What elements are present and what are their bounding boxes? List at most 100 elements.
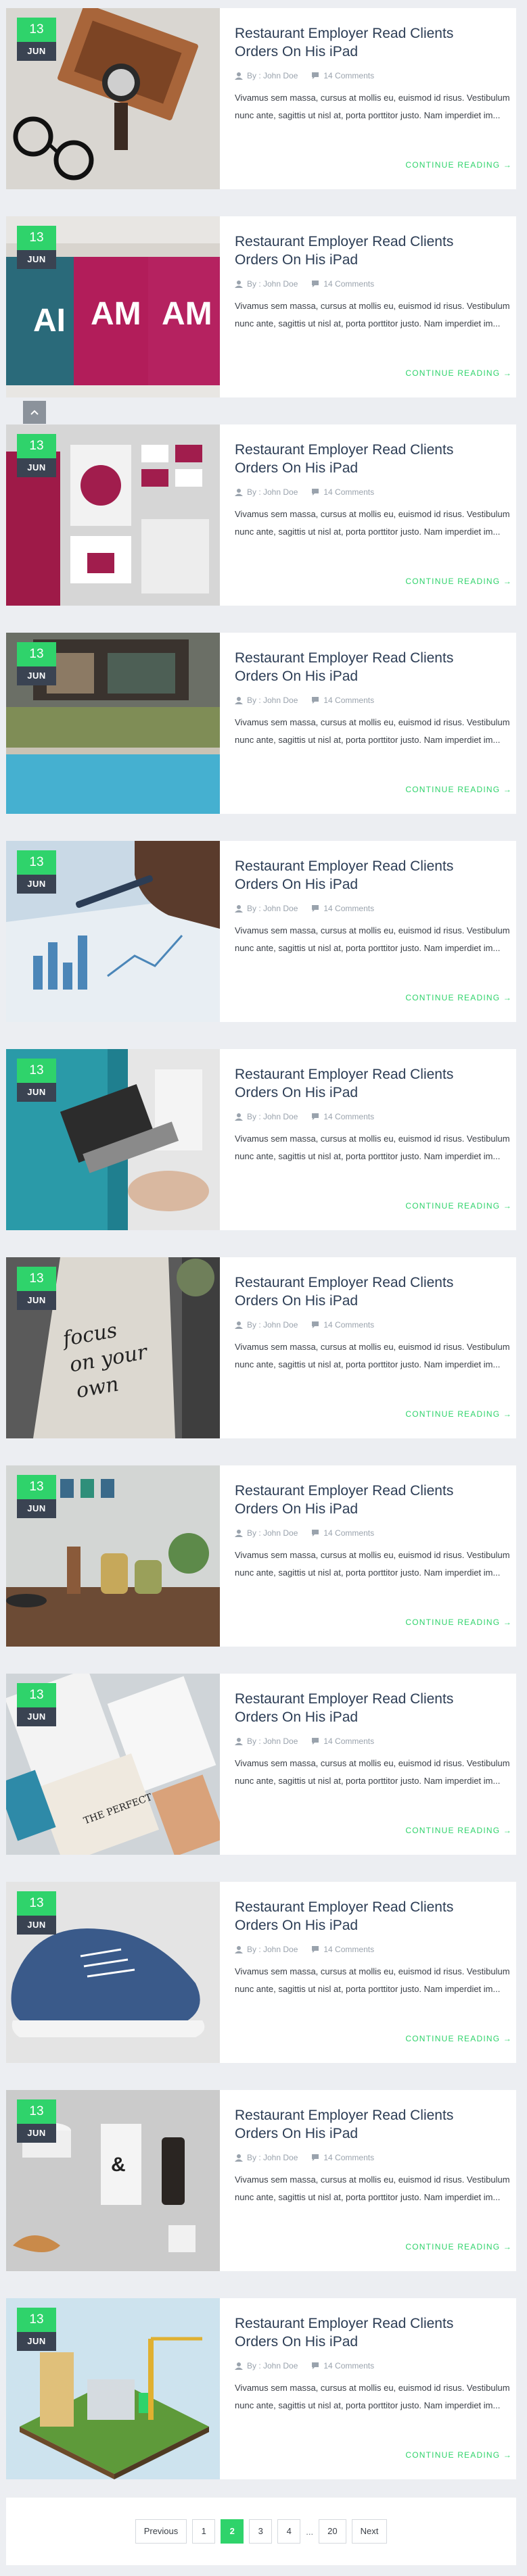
continue-reading-link[interactable]: CONTINUE READING →: [405, 1618, 512, 1627]
pagination-bar: Previous 1 2 3 4 ... 20 Next: [6, 2498, 516, 2565]
post-thumbnail[interactable]: 13 JUN: [6, 841, 220, 1022]
date-badge: 13 JUN: [17, 1891, 56, 1935]
post-author[interactable]: By : John Doe: [247, 2153, 298, 2162]
page-2-button[interactable]: 2: [221, 2519, 244, 2544]
post-thumbnail[interactable]: 13 JUN: [6, 1882, 220, 2063]
post-excerpt: Vivamus sem massa, cursus at mollis eu, …: [235, 717, 510, 745]
post-author[interactable]: By : John Doe: [247, 2361, 298, 2371]
post-title[interactable]: Restaurant Employer Read Clients Orders …: [235, 1690, 492, 1726]
post-thumbnail[interactable]: & 13 JUN: [6, 2090, 220, 2271]
post-title[interactable]: Restaurant Employer Read Clients Orders …: [235, 441, 492, 477]
date-month: JUN: [17, 1291, 56, 1310]
post-thumbnail[interactable]: 13 JUN: [6, 1465, 220, 1647]
continue-reading-link[interactable]: CONTINUE READING →: [405, 1826, 512, 1835]
post-thumbnail[interactable]: 13 JUN: [6, 8, 220, 189]
post-excerpt: Vivamus sem massa, cursus at mollis eu, …: [235, 93, 510, 120]
continue-reading-link[interactable]: CONTINUE READING →: [405, 1409, 512, 1419]
post-comments-count[interactable]: 14 Comments: [323, 1528, 374, 1538]
post-content: Restaurant Employer Read Clients Orders …: [220, 8, 527, 189]
post-title[interactable]: Restaurant Employer Read Clients Orders …: [235, 1482, 492, 1518]
date-badge: 13 JUN: [17, 18, 56, 61]
next-page-button[interactable]: Next: [351, 2519, 388, 2544]
post-author[interactable]: By : John Doe: [247, 279, 298, 289]
post-title[interactable]: Restaurant Employer Read Clients Orders …: [235, 1065, 492, 1102]
post-title[interactable]: Restaurant Employer Read Clients Orders …: [235, 857, 492, 894]
continue-reading-link[interactable]: CONTINUE READING →: [405, 368, 512, 378]
scroll-to-top-button[interactable]: [23, 401, 46, 424]
post-meta: By : John Doe 14 Comments: [235, 1944, 512, 1955]
post-author[interactable]: By : John Doe: [247, 1112, 298, 1121]
post-author[interactable]: By : John Doe: [247, 904, 298, 913]
post-meta: By : John Doe 14 Comments: [235, 2360, 512, 2371]
continue-reading-link[interactable]: CONTINUE READING →: [405, 993, 512, 1002]
post-author[interactable]: By : John Doe: [247, 1320, 298, 1330]
post-comments-count[interactable]: 14 Comments: [323, 1112, 374, 1121]
post-card: 13 JUN Restaurant Employer Read Clients …: [6, 633, 516, 814]
post-thumbnail[interactable]: 13 JUN: [6, 424, 220, 606]
post-author[interactable]: By : John Doe: [247, 487, 298, 497]
post-title[interactable]: Restaurant Employer Read Clients Orders …: [235, 1273, 492, 1310]
post-comments-count[interactable]: 14 Comments: [323, 2361, 374, 2371]
continue-reading-link[interactable]: CONTINUE READING →: [405, 2242, 512, 2252]
continue-reading-link[interactable]: CONTINUE READING →: [405, 577, 512, 586]
post-content: Restaurant Employer Read Clients Orders …: [220, 2298, 527, 2479]
post-comments-count[interactable]: 14 Comments: [323, 2153, 374, 2162]
post-comments-count[interactable]: 14 Comments: [323, 487, 374, 497]
comment-icon: [312, 281, 319, 287]
post-title[interactable]: Restaurant Employer Read Clients Orders …: [235, 1898, 492, 1935]
continue-reading-link[interactable]: CONTINUE READING →: [405, 1201, 512, 1211]
post-title[interactable]: Restaurant Employer Read Clients Orders …: [235, 649, 492, 685]
user-icon: [235, 489, 243, 496]
comment-icon: [312, 489, 319, 495]
date-day: 13: [17, 2308, 56, 2332]
post-thumbnail[interactable]: 13 JUN: [6, 2298, 220, 2479]
post-comments-count[interactable]: 14 Comments: [323, 1736, 374, 1746]
post-title[interactable]: Restaurant Employer Read Clients Orders …: [235, 2106, 492, 2143]
post-comments-count[interactable]: 14 Comments: [323, 696, 374, 705]
date-month: JUN: [17, 1916, 56, 1935]
page-1-button[interactable]: 1: [192, 2519, 216, 2544]
post-content: Restaurant Employer Read Clients Orders …: [220, 1674, 527, 1855]
user-icon: [235, 1113, 243, 1121]
post-comments-count[interactable]: 14 Comments: [323, 279, 374, 289]
continue-reading-link[interactable]: CONTINUE READING →: [405, 2034, 512, 2043]
date-month: JUN: [17, 250, 56, 269]
post-title[interactable]: Restaurant Employer Read Clients Orders …: [235, 2314, 492, 2351]
post-thumbnail[interactable]: THE PERFECT 13 JUN: [6, 1674, 220, 1855]
post-excerpt: Vivamus sem massa, cursus at mollis eu, …: [235, 509, 510, 537]
page-4-button[interactable]: 4: [277, 2519, 301, 2544]
continue-reading-link[interactable]: CONTINUE READING →: [405, 2450, 512, 2460]
post-comments-count[interactable]: 14 Comments: [323, 904, 374, 913]
post-thumbnail[interactable]: focus on your own 13 JUN: [6, 1257, 220, 1438]
post-thumbnail[interactable]: AI AM AM 13 JUN: [6, 216, 220, 397]
post-excerpt: Vivamus sem massa, cursus at mollis eu, …: [235, 1758, 510, 1786]
date-month: JUN: [17, 666, 56, 685]
post-card: 13 JUN Restaurant Employer Read Clients …: [6, 424, 516, 606]
post-meta: By : John Doe 14 Comments: [235, 70, 512, 81]
post-author[interactable]: By : John Doe: [247, 1528, 298, 1538]
post-comments-count[interactable]: 14 Comments: [323, 71, 374, 80]
page-3-button[interactable]: 3: [249, 2519, 273, 2544]
date-badge: 13 JUN: [17, 2308, 56, 2351]
post-card: AI AM AM 13 JUN Restaurant Employer Read…: [6, 216, 516, 397]
previous-page-button[interactable]: Previous: [135, 2519, 187, 2544]
post-excerpt: Vivamus sem massa, cursus at mollis eu, …: [235, 1966, 510, 1994]
post-thumbnail[interactable]: 13 JUN: [6, 633, 220, 814]
post-author[interactable]: By : John Doe: [247, 71, 298, 80]
user-icon: [235, 697, 243, 704]
date-day: 13: [17, 434, 56, 458]
post-author[interactable]: By : John Doe: [247, 1736, 298, 1746]
date-day: 13: [17, 1059, 56, 1083]
post-thumbnail[interactable]: 13 JUN: [6, 1049, 220, 1230]
comment-icon: [312, 1321, 319, 1328]
post-title[interactable]: Restaurant Employer Read Clients Orders …: [235, 24, 492, 61]
post-comments-count[interactable]: 14 Comments: [323, 1320, 374, 1330]
continue-reading-link[interactable]: CONTINUE READING →: [405, 160, 512, 170]
post-title[interactable]: Restaurant Employer Read Clients Orders …: [235, 233, 492, 269]
post-author[interactable]: By : John Doe: [247, 1945, 298, 1954]
post-comments-count[interactable]: 14 Comments: [323, 1945, 374, 1954]
post-card: 13 JUN Restaurant Employer Read Clients …: [6, 841, 516, 1022]
page-20-button[interactable]: 20: [319, 2519, 346, 2544]
post-author[interactable]: By : John Doe: [247, 696, 298, 705]
continue-reading-link[interactable]: CONTINUE READING →: [405, 785, 512, 794]
